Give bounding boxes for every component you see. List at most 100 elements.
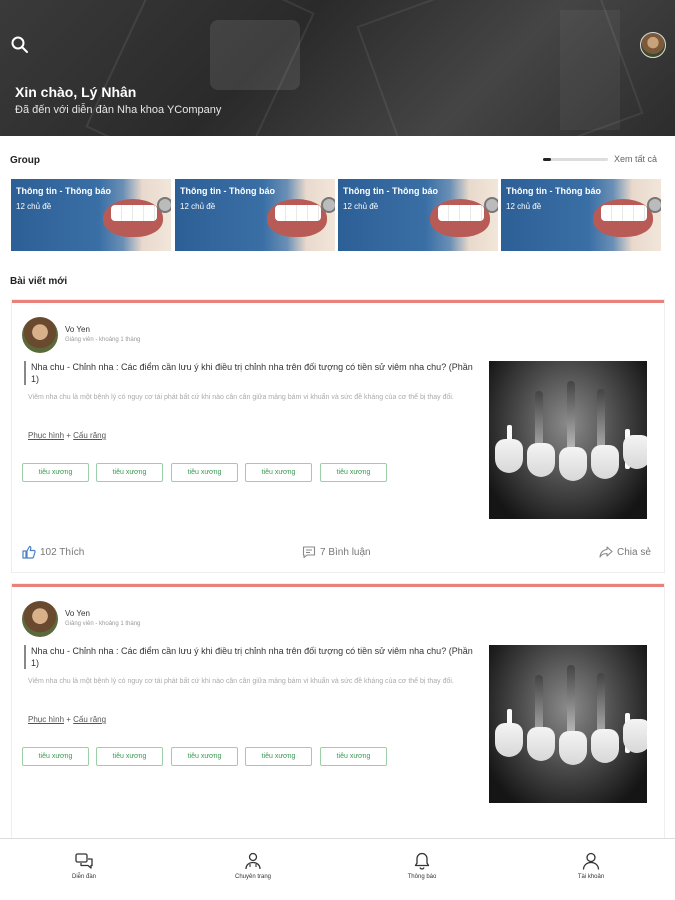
group-card[interactable]: Thông tin - Thông báo 12 chủ đề (501, 179, 661, 251)
category-separator: + (64, 431, 74, 440)
group-card-count: 12 chủ đề (343, 202, 379, 211)
group-card[interactable]: Thông tin - Thông báo 12 chủ đề (11, 179, 171, 251)
teeth-image (438, 205, 484, 221)
nav-item-account[interactable]: Tài khoản (551, 851, 631, 880)
xray-tooth (623, 435, 647, 469)
nav-label: Diễn đàn (71, 874, 97, 880)
group-card-count: 12 chủ đề (506, 202, 542, 211)
teeth-image (601, 205, 647, 221)
post-card[interactable]: Vo Yen Giảng viên - khoảng 1 tháng Nha c… (12, 584, 664, 838)
tag-chip[interactable]: tiêu xương (22, 463, 89, 482)
category-separator: + (64, 715, 74, 724)
post-author[interactable]: Vo Yen (65, 609, 90, 618)
dental-mirror-image (321, 197, 335, 213)
author-avatar[interactable] (22, 601, 58, 637)
greeting-text: Xin chào, Lý Nhân (15, 84, 137, 100)
post-excerpt: Viêm nha chu là một bệnh lý có nguy cơ t… (28, 678, 454, 685)
nav-item-specialist[interactable]: Chuyên trang (213, 851, 293, 880)
share-label: Chia sẻ (617, 546, 651, 558)
xray-tooth (527, 443, 555, 477)
author-avatar[interactable] (22, 317, 58, 353)
banner-decoration (210, 20, 300, 90)
group-card-title: Thông tin - Thông báo (16, 186, 111, 196)
xray-root (567, 665, 575, 735)
user-icon (582, 852, 600, 870)
nav-label: Thông báo (407, 874, 437, 880)
new-posts-section-title: Bài viết mới (10, 276, 68, 287)
specialist-icon (245, 852, 261, 870)
post-categories: Phục hình + Cấu răng (28, 431, 106, 440)
tag-chip[interactable]: tiêu xương (320, 463, 387, 482)
post-excerpt: Viêm nha chu là một bệnh lý có nguy cơ t… (28, 394, 454, 401)
group-card[interactable]: Thông tin - Thông báo 12 chủ đề (338, 179, 498, 251)
group-card[interactable]: Thông tin - Thông báo 12 chủ đề (175, 179, 335, 251)
xray-tooth (591, 445, 619, 479)
tag-chip[interactable]: tiêu xương (171, 747, 238, 766)
tag-chip[interactable]: tiêu xương (245, 747, 312, 766)
group-card-count: 12 chủ đề (16, 202, 52, 211)
post-meta: Giảng viên - khoảng 1 tháng (65, 337, 141, 343)
xray-tooth (559, 731, 587, 765)
post-meta: Giảng viên - khoảng 1 tháng (65, 621, 141, 627)
bell-icon (414, 852, 430, 870)
dental-mirror-image (647, 197, 661, 213)
category-link[interactable]: Cấu răng (73, 715, 106, 724)
tag-chip[interactable]: tiêu xương (96, 463, 163, 482)
xray-tooth (591, 729, 619, 763)
comment-icon (302, 546, 316, 559)
banner-decoration (560, 10, 620, 130)
category-link[interactable]: Phục hình (28, 431, 64, 440)
xray-tooth (527, 727, 555, 761)
tag-chip[interactable]: tiêu xương (320, 747, 387, 766)
xray-tooth (623, 719, 647, 753)
like-count: 102 Thích (40, 546, 85, 558)
nav-label: Chuyên trang (234, 874, 272, 880)
share-icon (599, 546, 613, 558)
group-card-title: Thông tin - Thông báo (506, 186, 601, 196)
welcome-subtitle: Đã đến với diễn đàn Nha khoa YCompany (15, 104, 222, 116)
tag-chip[interactable]: tiêu xương (171, 463, 238, 482)
post-title[interactable]: Nha chu - Chỉnh nha : Các điểm cần lưu ý… (24, 361, 476, 385)
post-title[interactable]: Nha chu - Chỉnh nha : Các điểm cần lưu ý… (24, 645, 476, 669)
category-link[interactable]: Phục hình (28, 715, 64, 724)
bottom-navigation: Diễn đàn Chuyên trang Thông báo Tài khoả… (0, 838, 675, 900)
nav-label: Tài khoản (577, 874, 605, 880)
group-card-title: Thông tin - Thông báo (343, 186, 438, 196)
xray-tooth (559, 447, 587, 481)
post-card[interactable]: Vo Yen Giảng viên - khoảng 1 tháng Nha c… (12, 300, 664, 572)
group-scroll-indicator-fill (543, 158, 551, 161)
dental-mirror-image (157, 197, 171, 213)
xray-tooth (495, 723, 523, 757)
see-all-link[interactable]: Xem tất cả (614, 154, 657, 164)
teeth-image (275, 205, 321, 221)
dental-mirror-image (484, 197, 498, 213)
comment-count: 7 Bình luận (320, 546, 371, 558)
xray-tooth (495, 439, 523, 473)
comment-button[interactable]: 7 Bình luận (302, 545, 371, 559)
teeth-image (111, 205, 157, 221)
group-section-title: Group (10, 155, 40, 166)
xray-root (567, 381, 575, 451)
group-card-title: Thông tin - Thông báo (180, 186, 275, 196)
post-xray-image[interactable] (489, 645, 647, 803)
user-avatar[interactable] (640, 32, 666, 58)
tag-chip[interactable]: tiêu xương (96, 747, 163, 766)
category-link[interactable]: Cấu răng (73, 431, 106, 440)
share-button[interactable]: Chia sẻ (599, 545, 651, 559)
group-scroll-indicator (543, 158, 608, 161)
group-carousel[interactable]: Thông tin - Thông báo 12 chủ đề Thông ti… (11, 179, 661, 251)
like-icon (22, 545, 36, 559)
search-icon[interactable] (10, 35, 30, 55)
forum-icon (75, 853, 93, 869)
post-xray-image[interactable] (489, 361, 647, 519)
post-author[interactable]: Vo Yen (65, 325, 90, 334)
nav-item-forum[interactable]: Diễn đàn (44, 851, 124, 880)
like-button[interactable]: 102 Thích (22, 545, 84, 559)
post-actions: 102 Thích 7 Bình luận Chia sẻ (12, 545, 664, 565)
post-categories: Phục hình + Cấu răng (28, 715, 106, 724)
tag-chip[interactable]: tiêu xương (245, 463, 312, 482)
group-card-count: 12 chủ đề (180, 202, 216, 211)
header-banner: Xin chào, Lý Nhân Đã đến với diễn đàn Nh… (0, 0, 675, 136)
tag-chip[interactable]: tiêu xương (22, 747, 89, 766)
nav-item-notifications[interactable]: Thông báo (382, 851, 462, 880)
